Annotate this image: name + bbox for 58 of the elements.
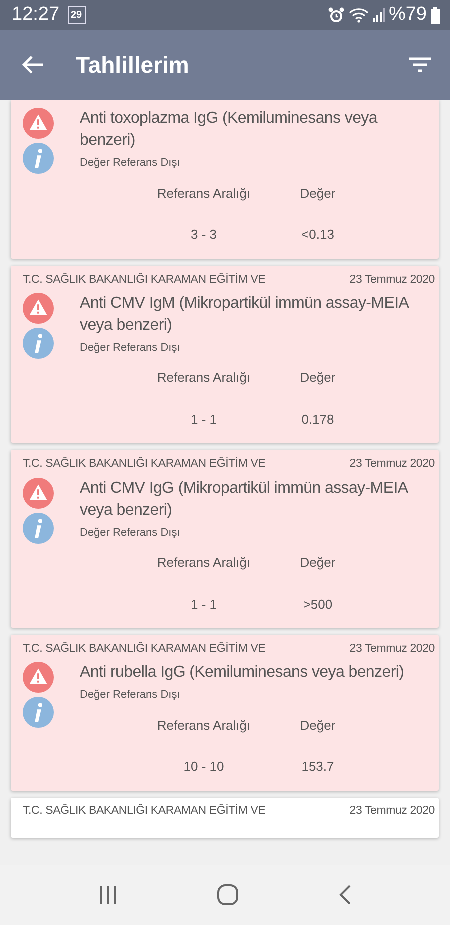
result-status: Değer Referans Dışı [80,688,182,704]
result-date: 23 Temmuz 2020 [350,272,435,288]
battery-icon [431,6,440,24]
warning-icon [23,478,54,508]
result-card[interactable]: T.C. SAĞLIK BAKANLIĞI KARAMAN EĞİTİM VE 23 Temmuz 2020 [11,798,439,838]
column-header: Değer [299,184,337,203]
result-date: 23 Temmuz 2020 [350,804,435,819]
column-header: Referans Aralığı [156,184,252,203]
screen-title: Tahlillerim [76,50,190,80]
result-status: Değer Referans Dışı [80,340,182,356]
warning-icon [23,662,54,694]
result-card[interactable]: T.C. SAĞLIK BAKANLIĞI KARAMAN EĞİTİM VE 23 Temmuz 2020 Anti CMV IgG (Mikropartikül immün assay-MEIA veya benzeri) Değer Referans Dışı Referans Aralığı Değer 1 - 1 >500 [11,450,439,628]
info-icon[interactable] [23,697,54,728]
signal-icon [372,8,385,22]
reference-range: 3 - 3 [190,226,218,244]
hospital-name: T.C. SAĞLIK BAKANLIĞI KARAMAN EĞİTİM VE [23,456,266,472]
wifi-icon [348,7,369,23]
result-value: 0.178 [300,410,336,429]
result-card[interactable]: T.C. SAĞLIK BAKANLIĞI KARAMAN EĞİTİM VE 23 Temmuz 2020 Anti rubella IgG (Kemiluminesans veya benzeri) Değer Referans Dışı Referans Aralığı Değer 10 - 10 153.7 [11,635,439,791]
result-date: 23 Temmuz 2020 [350,457,435,472]
test-name: Anti CMV IgM (Mikropartikül immün assay-MEIA veya benzeri) [80,294,410,336]
alarm-icon [328,6,345,24]
column-header: Referans Aralığı [156,369,252,388]
result-card[interactable]: T.C. SAĞLIK BAKANLIĞI KARAMAN EĞİTİM VE 23 Temmuz 2020 Anti CMV IgM (Mikropartikül immün assay-MEIA veya benzeri) Değer Referans Dışı Referans Aralığı Değer 1 - 1 0.178 [11,266,439,444]
back-arrow-icon[interactable] [22,55,44,75]
column-header: Referans Aralığı [156,716,252,735]
filter-icon[interactable] [408,57,432,73]
status-time: 12:27 [12,2,60,27]
column-header: Değer [299,716,337,735]
reference-range: 10 - 10 [182,758,226,776]
info-icon[interactable] [23,328,54,359]
column-header: Değer [299,369,337,388]
battery-percentage: %79 [388,2,427,27]
result-card[interactable]: Anti toxoplazma IgG (Kemiluminesans veya benzeri) Değer Referans Dışı Referans Aralığı Değer 3 - 3 <0.13 [11,100,439,258]
hospital-name: T.C. SAĞLIK BAKANLIĞI KARAMAN EĞİTİM VE [23,803,266,819]
warning-icon [23,108,54,139]
test-name: Anti rubella IgG (Kemiluminesans veya benzeri) [80,663,406,684]
hospital-name: T.C. SAĞLIK BAKANLIĞI KARAMAN EĞİTİM VE [23,272,266,288]
info-icon[interactable] [23,143,54,174]
reference-range: 1 - 1 [190,596,218,614]
test-name: Anti toxoplazma IgG (Kemiluminesans veya benzeri) [80,109,379,151]
reference-range: 1 - 1 [190,410,218,429]
result-value: <0.13 [300,226,336,244]
home-icon[interactable] [216,884,239,906]
calendar-notification-icon: 29 [68,6,86,24]
result-value: >500 [302,596,334,614]
recent-apps-icon[interactable] [98,885,118,905]
result-value: 153.7 [300,758,336,776]
hospital-name: T.C. SAĞLIK BAKANLIĞI KARAMAN EĞİTİM VE [23,641,266,657]
column-header: Değer [299,554,337,572]
test-name: Anti CMV IgG (Mikropartikül immün assay-MEIA veya benzeri) [80,478,409,520]
column-header: Referans Aralığı [156,554,252,572]
info-icon[interactable] [23,512,54,544]
warning-icon [23,292,54,324]
result-date: 23 Temmuz 2020 [350,642,435,657]
result-status: Değer Referans Dışı [80,526,182,540]
result-status: Değer Referans Dışı [80,156,182,171]
back-icon[interactable] [338,884,352,906]
